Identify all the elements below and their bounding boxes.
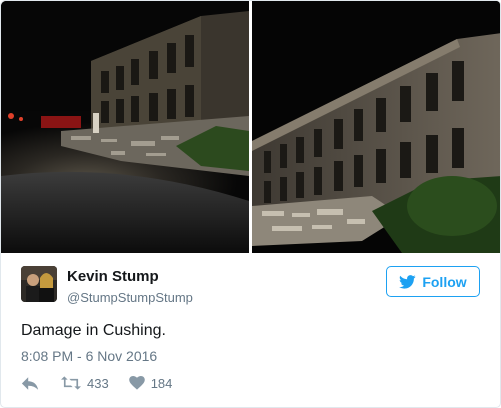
like-button[interactable]: 184	[128, 375, 173, 391]
reply-icon	[21, 376, 39, 390]
media-photo-building[interactable]	[252, 1, 500, 253]
tweet-media	[1, 1, 500, 253]
retweet-icon	[61, 376, 81, 390]
author-name[interactable]: Kevin Stump	[67, 268, 159, 285]
tweet-text: Damage in Cushing.	[21, 322, 166, 339]
avatar-photo	[21, 266, 57, 302]
avatar[interactable]	[21, 266, 57, 302]
retweet-button[interactable]: 433	[61, 376, 109, 391]
twitter-bird-icon	[399, 274, 416, 289]
tweet-timestamp[interactable]: 8:08 PM - 6 Nov 2016	[21, 348, 157, 364]
retweet-count: 433	[87, 375, 109, 391]
follow-label: Follow	[422, 273, 467, 290]
embedded-tweet-card: Kevin Stump @StumpStumpStump Follow Dama…	[0, 0, 501, 408]
building-facade-rubble-photo	[252, 1, 500, 253]
heart-icon	[128, 376, 145, 390]
author-handle[interactable]: @StumpStumpStump	[67, 290, 193, 305]
media-photo-street[interactable]	[1, 1, 249, 253]
reply-button[interactable]	[21, 376, 39, 391]
follow-button[interactable]: Follow	[386, 266, 480, 297]
night-street-damage-photo	[1, 1, 249, 253]
like-count: 184	[150, 375, 173, 391]
tweet-actions: 433 184	[21, 374, 172, 392]
